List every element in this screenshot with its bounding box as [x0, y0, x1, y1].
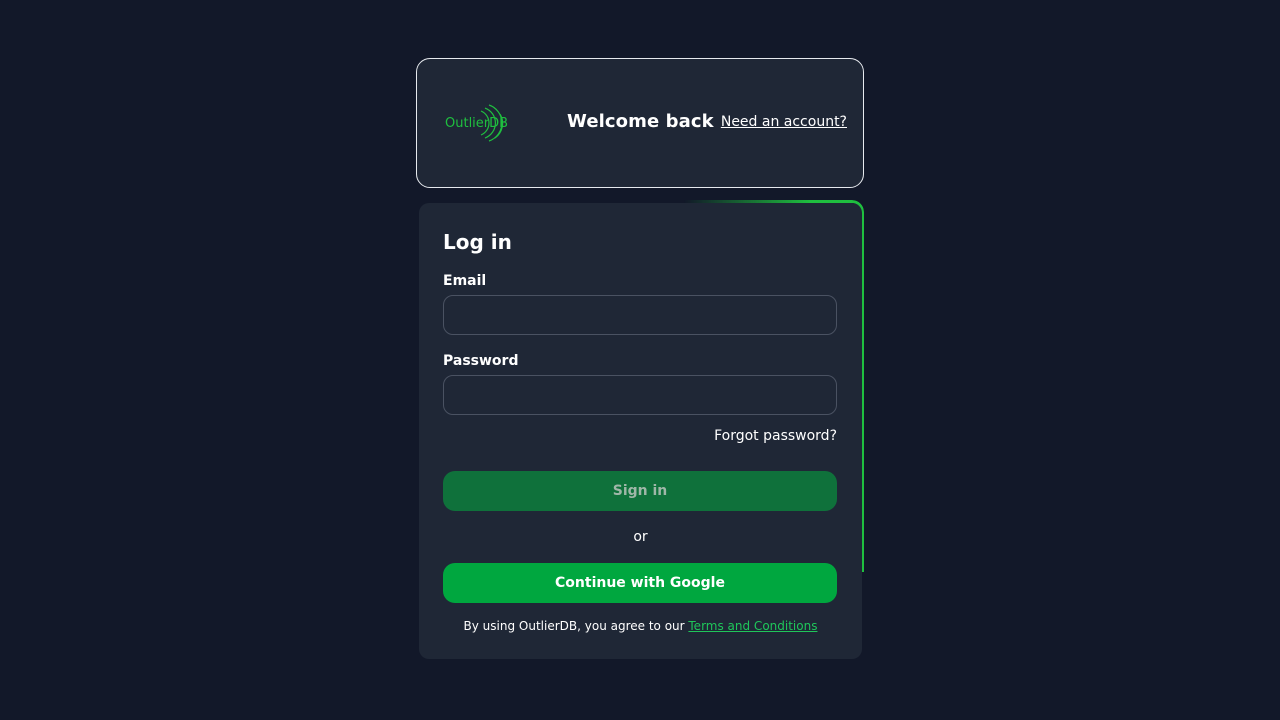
login-card: Log in Email Password Forgot password? S…: [419, 203, 862, 659]
email-field[interactable]: [443, 295, 837, 335]
page-title: Welcome back: [567, 111, 714, 132]
or-divider: or: [633, 529, 648, 545]
email-label: Email: [443, 273, 487, 289]
password-label: Password: [443, 353, 519, 369]
sign-in-button[interactable]: Sign in: [443, 471, 837, 511]
continue-with-google-button[interactable]: Continue with Google: [443, 563, 837, 603]
terms-notice: By using OutlierDB, you agree to our Ter…: [419, 619, 862, 633]
terms-link[interactable]: Terms and Conditions: [688, 619, 817, 633]
login-title: Log in: [443, 230, 512, 254]
terms-prefix: By using OutlierDB, you agree to our: [463, 619, 689, 633]
outlierdb-logo[interactable]: OutlierDB: [445, 100, 519, 146]
logo-text: OutlierDB: [445, 116, 508, 131]
header-card: OutlierDB Welcome back Need an account?: [416, 58, 864, 188]
forgot-password-link[interactable]: Forgot password?: [714, 428, 837, 444]
need-account-link[interactable]: Need an account?: [721, 114, 847, 130]
password-field[interactable]: [443, 375, 837, 415]
